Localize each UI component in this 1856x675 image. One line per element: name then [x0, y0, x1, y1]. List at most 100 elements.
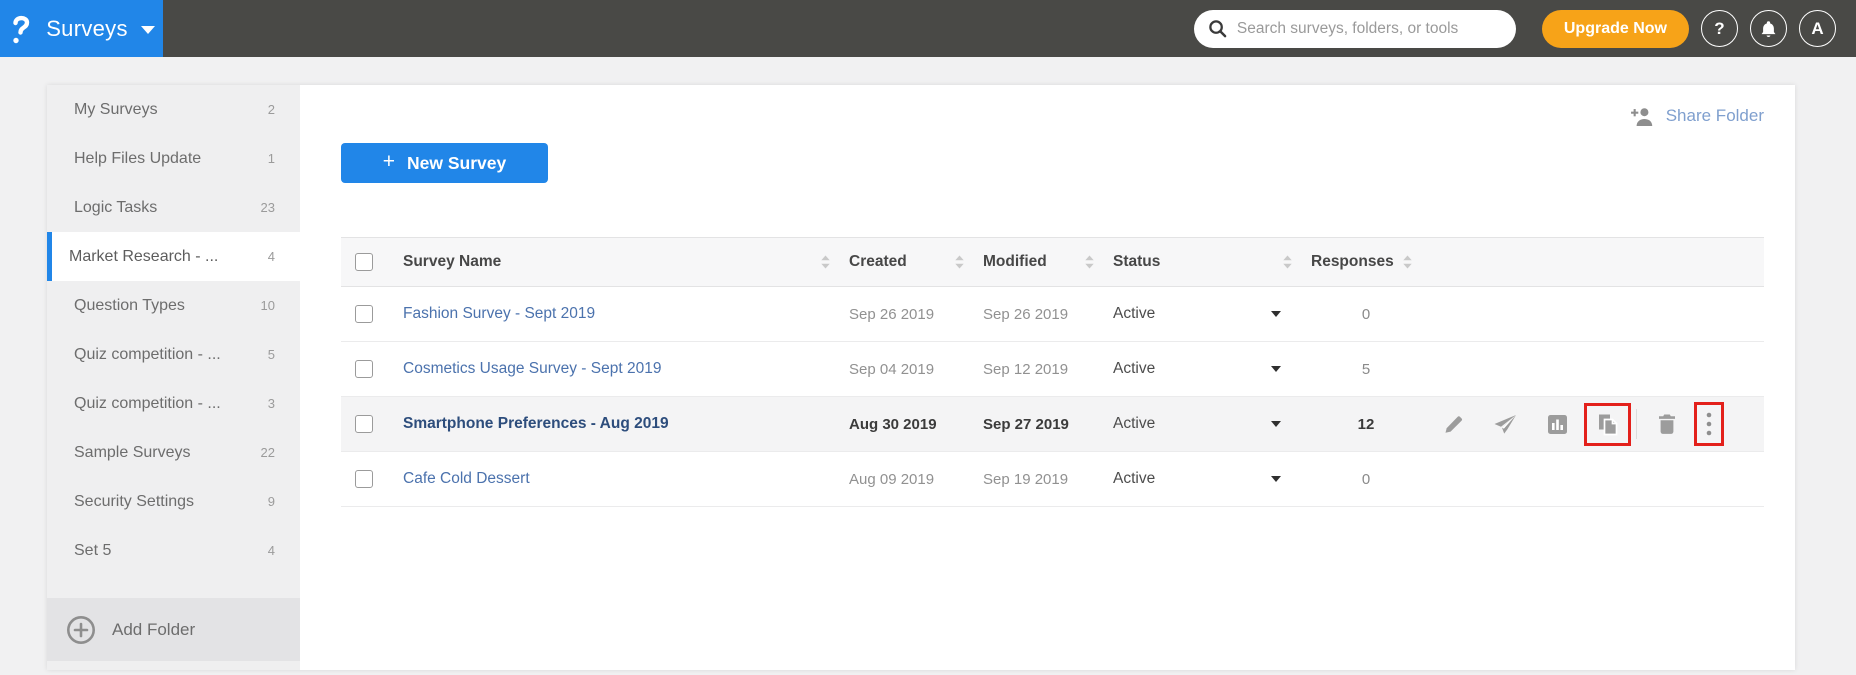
- add-folder-button[interactable]: Add Folder: [47, 598, 300, 661]
- folder-count: 1: [267, 151, 275, 166]
- folder-count: 22: [260, 445, 275, 460]
- sidebar-folder-item[interactable]: Logic Tasks 23: [47, 183, 300, 232]
- sidebar: My Surveys 2 Help Files Update 1 Logic T…: [47, 85, 300, 670]
- sidebar-folder-item[interactable]: Sample Surveys 22: [47, 428, 300, 477]
- status-dropdown-caret[interactable]: [1271, 476, 1281, 482]
- folder-label: Quiz competition - ...: [74, 345, 221, 363]
- header-survey-name[interactable]: Survey Name: [403, 253, 849, 271]
- survey-row: Cosmetics Usage Survey - Sept 2019 Sep 0…: [341, 342, 1764, 397]
- created-date: Aug 30 2019: [849, 415, 937, 433]
- row-checkbox[interactable]: [355, 415, 373, 433]
- share-folder-link[interactable]: Share Folder: [1630, 106, 1764, 127]
- status-cell: Active: [1113, 470, 1311, 488]
- row-actions: [1421, 402, 1764, 446]
- sidebar-folder-item[interactable]: Quiz competition - ... 5: [47, 330, 300, 379]
- upgrade-now-button[interactable]: Upgrade Now: [1541, 9, 1689, 48]
- created-date: Sep 26 2019: [849, 305, 935, 323]
- select-all-checkbox[interactable]: [355, 253, 373, 271]
- add-folder-label: Add Folder: [112, 619, 196, 639]
- search-icon: [1209, 20, 1227, 38]
- global-search[interactable]: [1193, 9, 1516, 48]
- status-dropdown-caret[interactable]: [1271, 421, 1281, 427]
- share-row: Share Folder: [341, 103, 1764, 129]
- share-folder-label: Share Folder: [1665, 106, 1764, 125]
- folder-label: Question Types: [74, 296, 185, 314]
- sidebar-folder-item[interactable]: My Surveys 2: [47, 85, 300, 134]
- sidebar-folder-item[interactable]: Question Types 10: [47, 281, 300, 330]
- row-checkbox[interactable]: [355, 470, 373, 488]
- sort-icon[interactable]: [1282, 254, 1293, 270]
- survey-name-cell: Cosmetics Usage Survey - Sept 2019: [403, 360, 849, 378]
- sidebar-folder-item[interactable]: Quiz competition - ... 3: [47, 379, 300, 428]
- folder-count: 23: [260, 200, 275, 215]
- help-button[interactable]: ?: [1701, 10, 1738, 47]
- survey-name-link[interactable]: Smartphone Preferences - Aug 2019: [403, 415, 669, 432]
- person-add-icon: [1630, 107, 1652, 126]
- status-dropdown-caret[interactable]: [1271, 311, 1281, 317]
- survey-name-link[interactable]: Cafe Cold Dessert: [403, 470, 530, 487]
- header-responses[interactable]: Responses: [1311, 253, 1421, 271]
- created-date: Aug 09 2019: [849, 470, 935, 488]
- search-input[interactable]: [1236, 19, 1502, 38]
- row-checkbox[interactable]: [355, 360, 373, 378]
- status-cell: Active: [1113, 360, 1311, 378]
- status-value: Active: [1113, 305, 1156, 322]
- header-modified[interactable]: Modified: [983, 253, 1113, 271]
- sort-icon[interactable]: [820, 254, 831, 270]
- surveys-table: Survey Name Created Modified Status Resp…: [341, 237, 1764, 507]
- sidebar-folder-item[interactable]: Security Settings 9: [47, 477, 300, 526]
- survey-name-link[interactable]: Cosmetics Usage Survey - Sept 2019: [403, 360, 661, 377]
- survey-row: Cafe Cold Dessert Aug 09 2019 Sep 19 201…: [341, 452, 1764, 507]
- paper-plane-icon: [1494, 414, 1516, 434]
- survey-row: Smartphone Preferences - Aug 2019 Aug 30…: [341, 397, 1764, 452]
- sidebar-folder-item[interactable]: Market Research - ... 4: [47, 232, 300, 281]
- new-survey-button[interactable]: + New Survey: [341, 143, 548, 183]
- modified-date: Sep 12 2019: [983, 360, 1069, 378]
- folder-count: 10: [260, 298, 275, 313]
- topbar: Surveys Upgrade Now ? A: [0, 0, 1856, 57]
- survey-name-link[interactable]: Fashion Survey - Sept 2019: [403, 305, 595, 322]
- modified-date: Sep 26 2019: [983, 305, 1069, 323]
- modified-date: Sep 19 2019: [983, 470, 1069, 488]
- sidebar-folder-item[interactable]: Set 5 4: [47, 526, 300, 575]
- row-checkbox-cell: [341, 415, 403, 433]
- folder-count: 5: [267, 347, 275, 362]
- edit-button[interactable]: [1427, 414, 1479, 435]
- responses-count: 5: [1361, 360, 1371, 378]
- sort-icon[interactable]: [954, 254, 965, 270]
- reports-button[interactable]: [1531, 414, 1583, 435]
- avatar-initial: A: [1811, 18, 1824, 38]
- folder-label: Set 5: [74, 541, 112, 559]
- bell-icon: [1761, 20, 1776, 37]
- responses-count: 0: [1361, 470, 1371, 488]
- copy-button-red-highlight[interactable]: [1584, 402, 1631, 446]
- folder-count: 4: [267, 249, 275, 264]
- status-value: Active: [1113, 470, 1156, 487]
- send-button[interactable]: [1479, 414, 1531, 435]
- row-checkbox-cell: [341, 305, 403, 323]
- topbar-right: Upgrade Now ? A: [1193, 9, 1856, 48]
- more-options-red-highlight[interactable]: [1694, 402, 1724, 446]
- folder-label: Sample Surveys: [74, 443, 191, 461]
- app-switcher[interactable]: Surveys: [0, 0, 163, 57]
- sidebar-folder-item[interactable]: Help Files Update 1: [47, 134, 300, 183]
- folder-label: Logic Tasks: [74, 198, 158, 216]
- status-dropdown-caret[interactable]: [1271, 366, 1281, 372]
- modified-date: Sep 27 2019: [983, 415, 1069, 433]
- header-created[interactable]: Created: [849, 253, 983, 271]
- header-status[interactable]: Status: [1113, 253, 1311, 271]
- notifications-button[interactable]: [1750, 10, 1787, 47]
- avatar-button[interactable]: A: [1799, 10, 1836, 47]
- row-checkbox-cell: [341, 470, 403, 488]
- survey-name-cell: Cafe Cold Dessert: [403, 470, 849, 488]
- survey-name-cell: Fashion Survey - Sept 2019: [403, 305, 849, 323]
- status-value: Active: [1113, 360, 1156, 377]
- sort-icon[interactable]: [1402, 254, 1413, 270]
- help-icon: ?: [1714, 18, 1725, 38]
- sort-icon[interactable]: [1084, 254, 1095, 270]
- bar-chart-icon: [1547, 414, 1567, 434]
- survey-row: Fashion Survey - Sept 2019 Sep 26 2019 S…: [341, 287, 1764, 342]
- row-checkbox[interactable]: [355, 305, 373, 323]
- folder-label: Quiz competition - ...: [74, 394, 221, 412]
- delete-button[interactable]: [1641, 413, 1693, 435]
